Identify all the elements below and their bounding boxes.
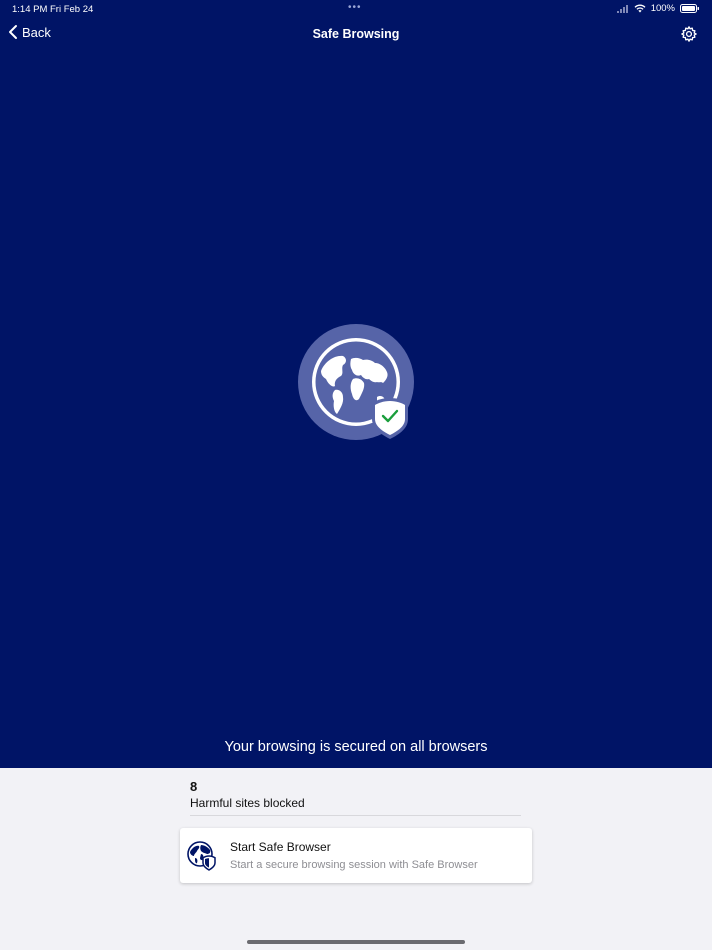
blocked-sites-stat: 8 Harmful sites blocked: [190, 779, 521, 816]
signal-icon: [616, 4, 628, 13]
status-time: 1:14 PM: [12, 4, 48, 15]
wifi-icon: [634, 4, 646, 13]
page-title: Safe Browsing: [312, 27, 400, 41]
secured-message: Your browsing is secured on all browsers: [224, 739, 488, 755]
hero-panel: 1:14 PM Fri Feb 24 ••• 100% Back Safe Br…: [0, 0, 712, 768]
battery-percent: 100%: [650, 3, 675, 14]
home-indicator[interactable]: [247, 940, 465, 944]
blocked-count: 8: [190, 779, 198, 794]
start-safe-browser-button[interactable]: Start Safe Browser Start a secure browsi…: [180, 828, 532, 883]
globe-shield-icon: [187, 841, 216, 871]
status-indicators: 100%: [616, 3, 700, 14]
battery-icon: [680, 4, 699, 13]
card-title: Start Safe Browser: [230, 840, 331, 854]
navigation-bar: Back Safe Browsing: [0, 22, 712, 48]
card-subtitle: Start a secure browsing session with Saf…: [230, 859, 478, 871]
globe-shield-check-icon: [298, 324, 414, 440]
status-date: Fri Feb 24: [50, 4, 94, 15]
multitasking-dots-icon[interactable]: •••: [348, 2, 362, 13]
gear-icon[interactable]: [680, 25, 698, 43]
blocked-label: Harmful sites blocked: [190, 796, 305, 810]
status-bar: 1:14 PM Fri Feb 24 ••• 100%: [0, 0, 712, 18]
